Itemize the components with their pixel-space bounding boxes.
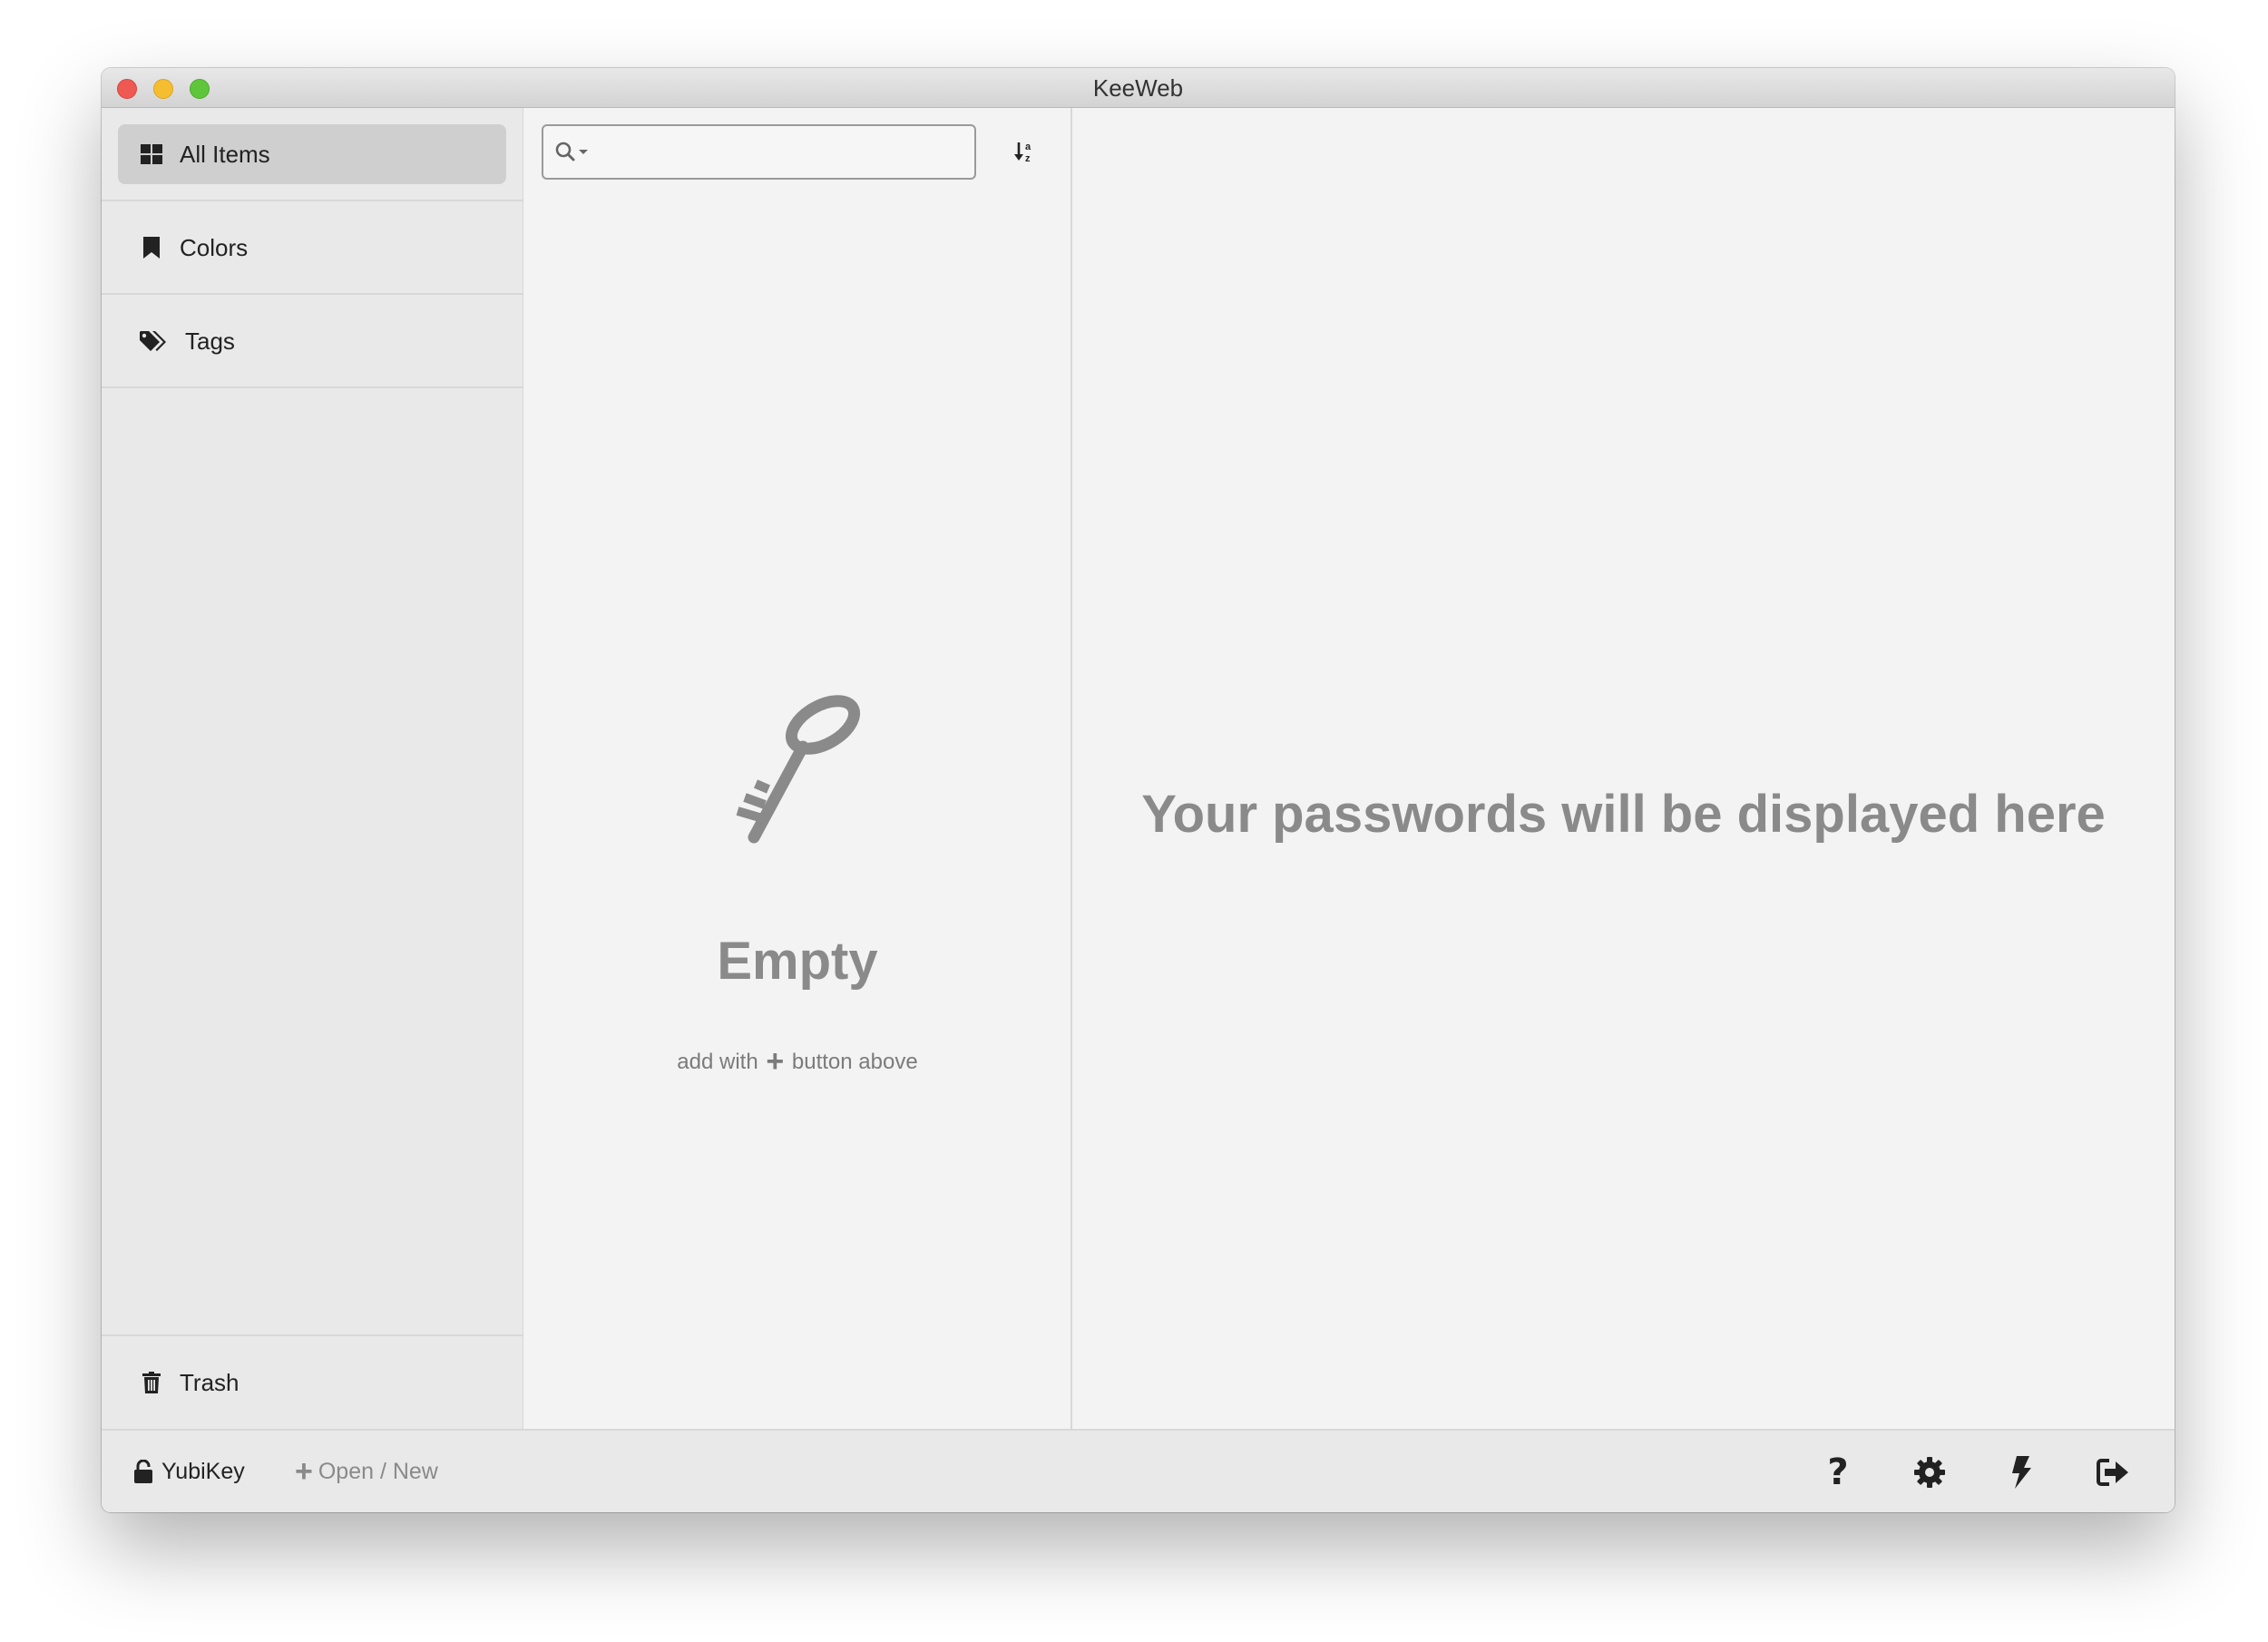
lock-exit-icon bbox=[2097, 1458, 2129, 1487]
search-field[interactable] bbox=[542, 124, 976, 180]
menu-section-tags: Tags bbox=[102, 295, 523, 388]
sidebar-item-trash[interactable]: Trash bbox=[118, 1353, 506, 1412]
svg-text:z: z bbox=[1025, 153, 1031, 163]
generator-button[interactable] bbox=[2000, 1451, 2042, 1493]
details-panel: Your passwords will be displayed here bbox=[1072, 108, 2175, 1429]
plus-icon: + bbox=[766, 1044, 785, 1079]
open-new-button[interactable]: + Open / New bbox=[295, 1431, 438, 1512]
sidebar-menu: All Items Colors Tags Trash bbox=[102, 108, 523, 1429]
generator-icon bbox=[2009, 1456, 2033, 1489]
yubikey-button[interactable]: YubiKey bbox=[134, 1431, 245, 1512]
svg-text:a: a bbox=[1025, 142, 1031, 152]
grid-icon bbox=[140, 142, 163, 166]
empty-list-hint: add with + button above bbox=[524, 1044, 1070, 1080]
sidebar-item-tags[interactable]: Tags bbox=[118, 311, 506, 371]
sort-alpha-icon: a z bbox=[1013, 140, 1037, 168]
help-icon: ? bbox=[1827, 1451, 1849, 1493]
lock-exit-button[interactable] bbox=[2092, 1451, 2134, 1493]
tags-icon bbox=[140, 329, 169, 353]
sidebar-item-label: Colors bbox=[180, 233, 249, 261]
sidebar-item-colors[interactable]: Colors bbox=[118, 218, 506, 278]
sidebar-item-label: Trash bbox=[180, 1368, 240, 1396]
sort-button[interactable]: a z bbox=[1007, 135, 1043, 171]
help-button[interactable]: ? bbox=[1817, 1451, 1859, 1493]
sidebar-item-label: Tags bbox=[185, 327, 235, 355]
settings-icon bbox=[1914, 1457, 1945, 1488]
menu-section-trash: Trash bbox=[102, 1334, 523, 1429]
entry-list-panel: a z Empty add with + button above bbox=[524, 108, 1072, 1429]
menu-section-colors: Colors bbox=[102, 201, 523, 295]
empty-list-title: Empty bbox=[717, 932, 878, 991]
bookmark-icon bbox=[140, 236, 163, 259]
open-new-label: Open / New bbox=[318, 1458, 438, 1484]
title-bar: KeeWeb bbox=[102, 68, 2175, 108]
window-title: KeeWeb bbox=[1092, 74, 1184, 102]
key-icon bbox=[728, 690, 865, 849]
search-icon[interactable] bbox=[554, 141, 591, 164]
yubikey-label: YubiKey bbox=[161, 1458, 245, 1484]
sidebar-item-all-items[interactable]: All Items bbox=[118, 124, 506, 184]
unlock-icon bbox=[134, 1460, 154, 1483]
app-window: KeeWeb All Items Colors Tags Trash a z E… bbox=[102, 68, 2175, 1512]
details-placeholder-text: Your passwords will be displayed here bbox=[1141, 785, 2106, 844]
trash-icon bbox=[140, 1371, 163, 1394]
search-input[interactable] bbox=[591, 126, 974, 178]
sidebar-item-label: All Items bbox=[180, 140, 270, 168]
menu-section-all-items: All Items bbox=[102, 108, 523, 201]
empty-hint-after: button above bbox=[791, 1050, 918, 1074]
footer-bar: YubiKey + Open / New ? bbox=[102, 1429, 2175, 1512]
settings-button[interactable] bbox=[1909, 1451, 1950, 1493]
plus-icon: + bbox=[295, 1453, 313, 1489]
empty-hint-before: add with bbox=[677, 1050, 758, 1074]
